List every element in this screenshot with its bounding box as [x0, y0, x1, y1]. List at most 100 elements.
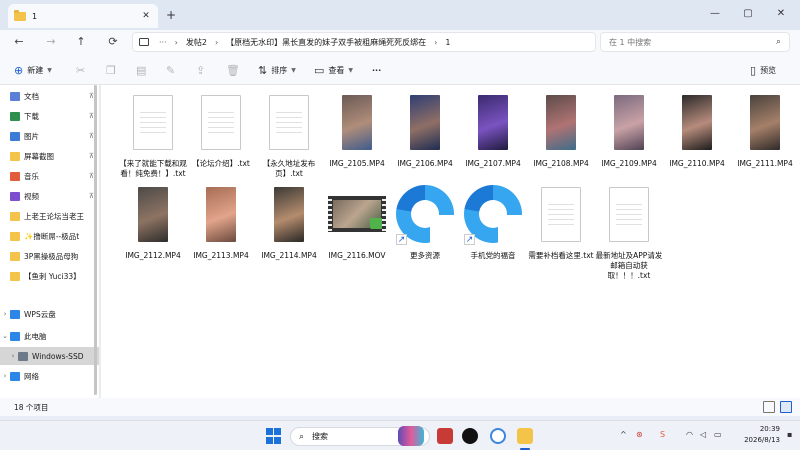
clock[interactable]: 20:39 2026/8/13 — [730, 424, 780, 446]
large-icons-view-button[interactable] — [780, 401, 792, 413]
breadcrumb-item[interactable]: 发帖2 — [186, 37, 207, 48]
file-item[interactable]: IMG_2106.MP4 — [391, 91, 459, 169]
breadcrumb-item[interactable]: 1 — [445, 38, 450, 47]
app-icon[interactable] — [437, 428, 453, 444]
sidebar-item[interactable]: ✨撸断屌--极品t — [0, 227, 99, 245]
tab-close-button[interactable]: ✕ — [140, 11, 152, 21]
file-thumbnail — [614, 91, 644, 153]
file-thumbnail — [342, 91, 372, 153]
sidebar-item[interactable]: 上老王论坛当老王 — [0, 207, 99, 225]
minimize-button[interactable]: — — [700, 4, 730, 24]
file-name: IMG_2112.MP4 — [125, 251, 181, 260]
start-button[interactable] — [266, 428, 282, 444]
expand-chevron-icon[interactable]: › — [8, 352, 18, 360]
delete-button[interactable]: 🗑 — [226, 62, 240, 78]
paste-icon: ▤ — [136, 63, 147, 77]
maximize-button[interactable]: ▢ — [733, 4, 763, 24]
file-item[interactable]: IMG_2109.MP4 — [595, 91, 663, 169]
sidebar-item[interactable]: 【鱼刺 Yuci33】 — [0, 267, 99, 285]
expand-chevron-icon[interactable]: › — [0, 310, 10, 318]
sidebar-item[interactable]: ⌄ 此电脑 — [0, 327, 99, 345]
wps-tray-icon[interactable]: ⊛ — [636, 430, 643, 439]
file-item[interactable]: IMG_2116.MOV — [323, 183, 391, 261]
tray-overflow-button[interactable]: ^ — [620, 430, 627, 439]
sidebar-item[interactable]: 下载 ⊼ — [0, 107, 99, 125]
video-thumbnail — [546, 94, 576, 150]
new-label: 新建 — [27, 65, 44, 75]
sidebar-item[interactable]: 3P黑操极品母狗 — [0, 247, 99, 265]
forward-button[interactable]: → — [42, 34, 60, 50]
refresh-button[interactable]: ⟳ — [104, 34, 122, 50]
battery-icon[interactable]: ▭ — [714, 430, 722, 439]
breadcrumb-item[interactable]: 【原档无水印】黑长直发的妹子双手被粗麻绳死死反绑在 — [226, 37, 426, 48]
sidebar-item[interactable]: › Windows-SSD — [0, 347, 99, 365]
sidebar-item[interactable]: 音乐 ⊼ — [0, 167, 99, 185]
file-item[interactable]: 需要补档看这里.txt — [527, 183, 595, 261]
paste-button[interactable]: ▤ — [136, 62, 146, 78]
new-tab-button[interactable]: + — [166, 8, 176, 22]
up-button[interactable]: ↑ — [72, 34, 90, 50]
close-window-button[interactable]: ✕ — [766, 4, 796, 24]
rename-button[interactable]: ✎ — [166, 62, 175, 78]
file-item[interactable]: IMG_2111.MP4 — [731, 91, 799, 169]
file-item[interactable]: IMG_2108.MP4 — [527, 91, 595, 169]
file-item[interactable]: 【永久地址发布页】.txt — [255, 91, 323, 179]
file-thumbnail — [546, 91, 576, 153]
file-explorer-icon[interactable] — [517, 428, 533, 444]
share-button[interactable]: ⇪ — [196, 62, 205, 78]
sidebar-item[interactable]: 文档 ⊼ — [0, 87, 99, 105]
qq-icon[interactable] — [462, 428, 478, 444]
file-item[interactable]: IMG_2114.MP4 — [255, 183, 323, 261]
file-name: IMG_2106.MP4 — [397, 159, 453, 168]
view-button[interactable]: ▭ 查看 ▼ — [314, 62, 353, 78]
search-icon: ⌕ — [775, 37, 781, 47]
sort-button[interactable]: ⇅ 排序 ▼ — [258, 62, 296, 78]
search-box[interactable]: ⌕ — [600, 32, 790, 52]
file-item[interactable]: 【来了就能下载和观看！纯免费！】.txt — [119, 91, 187, 179]
sidebar-item-label: WPS云盘 — [24, 309, 56, 319]
sidebar-item[interactable]: › WPS云盘 — [0, 305, 99, 323]
sidebar-scrollbar[interactable] — [94, 85, 97, 395]
file-thumbnail — [682, 91, 712, 153]
new-button[interactable]: ⊕ 新建 ▼ — [14, 62, 52, 78]
notification-icon[interactable]: ▪ — [787, 430, 792, 439]
wifi-icon[interactable]: ◠ — [686, 430, 693, 439]
cut-button[interactable]: ✂ — [76, 62, 85, 78]
details-view-button[interactable] — [763, 401, 775, 413]
search-input[interactable] — [609, 37, 769, 47]
preview-button[interactable]: ▯ 预览 — [750, 62, 776, 78]
file-item[interactable]: ↗ 手机党的福音 — [459, 183, 527, 261]
sidebar-item-label: 图片 — [24, 131, 39, 141]
sidebar-item[interactable]: › 网络 — [0, 367, 99, 385]
file-item[interactable]: IMG_2107.MP4 — [459, 91, 527, 169]
sidebar-item[interactable]: 图片 ⊼ — [0, 127, 99, 145]
widget-icon[interactable] — [398, 426, 424, 446]
more-options-button[interactable]: ··· — [372, 62, 381, 78]
address-bar[interactable]: ··· › 发帖2 › 【原档无水印】黑长直发的妹子双手被粗麻绳死死反绑在 › … — [132, 32, 596, 52]
tab-1[interactable]: 1 ✕ — [8, 4, 158, 28]
sidebar-item[interactable]: 屏幕截图 ⊼ — [0, 147, 99, 165]
file-item[interactable]: IMG_2112.MP4 — [119, 183, 187, 261]
breadcrumb-more[interactable]: ··· — [159, 38, 167, 47]
file-item[interactable]: IMG_2105.MP4 — [323, 91, 391, 169]
ime-icon[interactable]: S — [660, 430, 665, 439]
file-item[interactable]: ↗ 更多资源 — [391, 183, 459, 261]
file-item[interactable]: 最新地址及APP请发邮箱自动获取！！！.txt — [595, 183, 663, 281]
volume-icon[interactable]: ◁ — [700, 430, 706, 439]
sidebar-item-label: 屏幕截图 — [24, 151, 54, 161]
navigation-pane: 文档 ⊼ 下载 ⊼ 图片 ⊼ 屏幕截图 ⊼ 音乐 ⊼ 视频 ⊼ 上老王论坛当老王 ✨撸断屌--极品t 3P黑… — [0, 85, 100, 398]
video-thumbnail — [750, 94, 780, 150]
expand-chevron-icon[interactable]: › — [0, 372, 10, 380]
copy-button[interactable]: ❐ — [106, 62, 116, 78]
expand-chevron-icon[interactable]: ⌄ — [0, 332, 10, 340]
file-name: 最新地址及APP请发邮箱自动获取！！！.txt — [595, 251, 663, 280]
video-thumbnail — [478, 94, 508, 150]
sidebar-item[interactable]: 视频 ⊼ — [0, 187, 99, 205]
folder-icon — [10, 151, 20, 161]
file-item[interactable]: 【论坛介绍】.txt — [187, 91, 255, 169]
file-item[interactable]: IMG_2110.MP4 — [663, 91, 731, 169]
baidu-netdisk-icon[interactable] — [490, 428, 506, 444]
clock-date: 2026/8/13 — [744, 436, 780, 444]
file-item[interactable]: IMG_2113.MP4 — [187, 183, 255, 261]
back-button[interactable]: ← — [10, 34, 28, 50]
